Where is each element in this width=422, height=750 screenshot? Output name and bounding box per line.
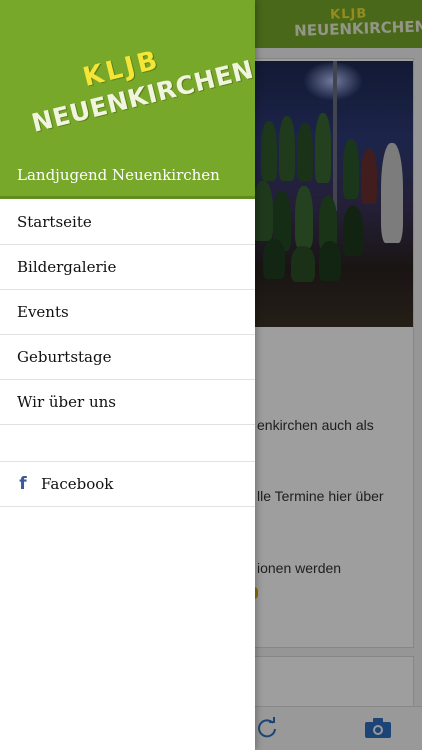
menu-item-startseite[interactable]: Startseite: [0, 200, 255, 245]
kljb-logo: KLJB NEUENKIRCHEN: [21, 32, 257, 173]
menu-divider: [0, 425, 255, 462]
menu-item-bildergalerie[interactable]: Bildergalerie: [0, 245, 255, 290]
facebook-icon: f: [19, 474, 27, 494]
menu-item-geburtstage[interactable]: Geburtstage: [0, 335, 255, 380]
drawer-title: Landjugend Neuenkirchen: [17, 166, 220, 184]
menu-item-wir-ueber-uns[interactable]: Wir über uns: [0, 380, 255, 425]
menu-item-facebook[interactable]: f Facebook: [0, 462, 255, 507]
drawer-menu: Startseite Bildergalerie Events Geburtst…: [0, 200, 255, 507]
menu-item-events[interactable]: Events: [0, 290, 255, 335]
drawer-header: KLJB NEUENKIRCHEN Landjugend Neuenkirche…: [0, 0, 257, 199]
navigation-drawer: KLJB NEUENKIRCHEN Landjugend Neuenkirche…: [0, 0, 257, 750]
menu-item-facebook-label: Facebook: [41, 475, 114, 493]
